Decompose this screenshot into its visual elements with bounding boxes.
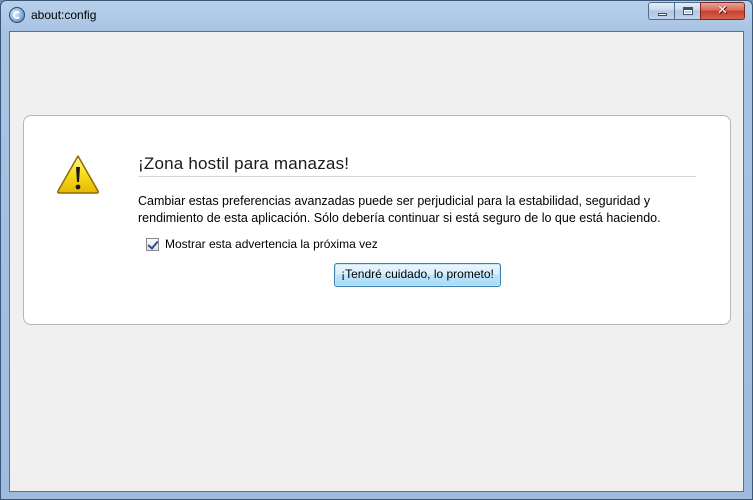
- app-icon[interactable]: [9, 7, 25, 23]
- warning-triangle-icon: [56, 155, 100, 194]
- window-title: about:config: [31, 8, 97, 22]
- close-icon: ✕: [717, 3, 728, 18]
- minimize-icon: [658, 13, 667, 16]
- close-button[interactable]: ✕: [700, 2, 745, 20]
- caption-buttons: ✕: [648, 2, 745, 21]
- title-bar[interactable]: about:config ✕: [1, 1, 752, 31]
- browser-window: about:config ✕ ¡Zona hostil para manazas…: [0, 0, 753, 500]
- warning-message: Cambiar estas preferencias avanzadas pue…: [138, 194, 661, 225]
- minimize-button[interactable]: [648, 2, 674, 20]
- warning-title: ¡Zona hostil para manazas!: [138, 154, 696, 177]
- page-content: ¡Zona hostil para manazas! Cambiar estas…: [9, 31, 744, 492]
- show-warning-checkbox-row[interactable]: Mostrar esta advertencia la próxima vez: [146, 236, 378, 252]
- confirm-careful-button[interactable]: ¡Tendré cuidado, lo prometo!: [334, 263, 501, 287]
- show-warning-checkbox[interactable]: [146, 237, 159, 251]
- warning-panel: ¡Zona hostil para manazas! Cambiar estas…: [23, 115, 731, 325]
- show-warning-checkbox-label: Mostrar esta advertencia la próxima vez: [165, 237, 378, 251]
- maximize-button[interactable]: [674, 2, 700, 20]
- maximize-icon: [683, 7, 693, 15]
